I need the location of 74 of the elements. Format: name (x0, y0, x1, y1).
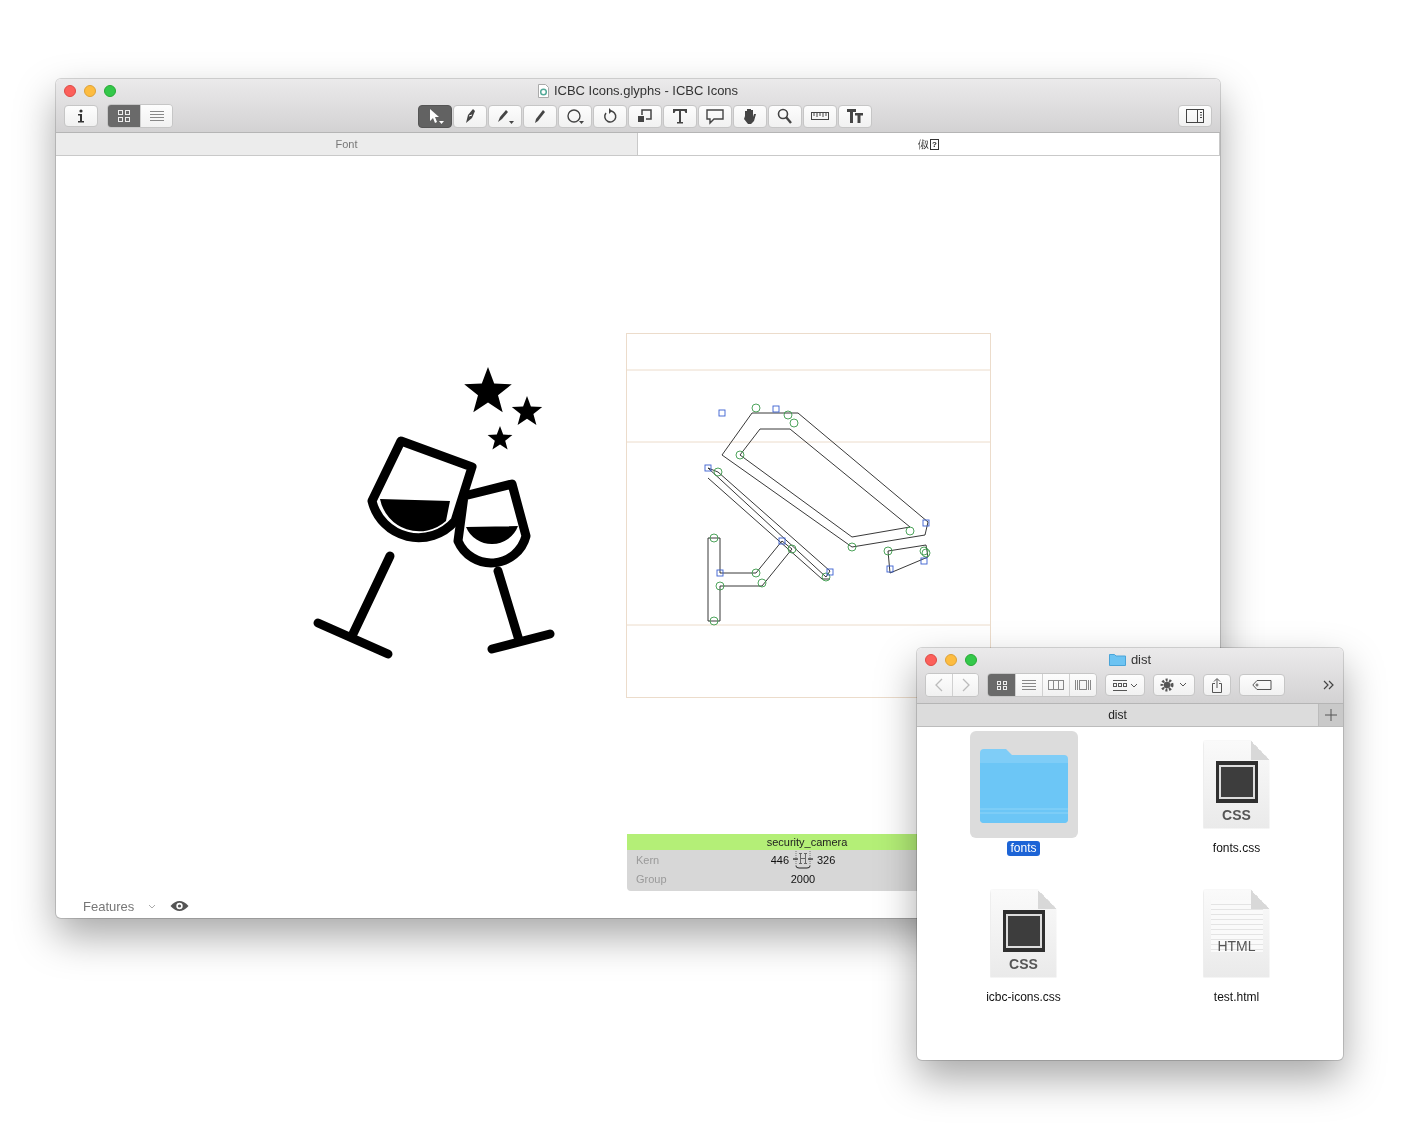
draw-tool-button[interactable] (453, 104, 487, 128)
type-tool-button[interactable] (838, 104, 872, 128)
arrange-dropdown[interactable] (1105, 674, 1145, 696)
text-size-icon (845, 107, 865, 125)
speech-bubble-icon (705, 107, 725, 125)
text-icon (670, 107, 690, 125)
list-view-button[interactable] (1015, 674, 1042, 696)
grid-view-button[interactable] (108, 105, 140, 127)
share-button[interactable] (1203, 674, 1231, 696)
rotate-tool-button[interactable] (593, 104, 627, 128)
list-icon (1020, 679, 1038, 691)
sidebar-icon (1186, 109, 1204, 123)
css-file-icon: CSS (1203, 740, 1270, 829)
window-title: dist (1130, 652, 1152, 667)
grid-dropdown-icon (1112, 679, 1138, 691)
pencil-tool-button[interactable] (523, 104, 557, 128)
circle-icon (565, 107, 585, 125)
hand-tool-button[interactable] (733, 104, 767, 128)
flow-view-button[interactable] (1069, 674, 1096, 696)
select-tool-button[interactable] (418, 104, 452, 128)
group-value: 2000 (790, 872, 816, 885)
file-name[interactable]: fonts (1007, 841, 1040, 856)
document-icon (537, 83, 549, 98)
chevron-down-icon (148, 903, 157, 909)
icon-view-button[interactable] (988, 674, 1015, 696)
group-label: Group (636, 872, 667, 885)
kern-label: Kern (636, 853, 660, 866)
eye-icon[interactable] (170, 900, 190, 912)
scale-tool-button[interactable] (628, 104, 662, 128)
file-icon-highlight[interactable]: HTML (1182, 880, 1291, 987)
css-file-icon: CSS (990, 889, 1057, 978)
grid-icon (117, 109, 131, 123)
close-icon[interactable] (925, 654, 937, 666)
left-kern-value: 446 (770, 853, 789, 866)
columns-icon (1047, 679, 1065, 691)
pen-icon (495, 107, 515, 125)
folder-icon (1108, 653, 1126, 666)
file-name[interactable]: icbc-icons.css (983, 990, 1064, 1005)
annotate-tool-button[interactable] (698, 104, 732, 128)
sidebar-toggle-button[interactable] (1178, 105, 1212, 127)
more-icon[interactable] (1323, 680, 1335, 690)
html-file-icon: HTML (1203, 889, 1270, 978)
cover-flow-icon (1074, 679, 1092, 691)
file-name[interactable]: fonts.css (1209, 841, 1264, 856)
right-kern-value: 326 (817, 853, 836, 866)
search-icon (775, 107, 795, 125)
file-name[interactable]: test.html (1210, 990, 1263, 1005)
window-title: ICBC Icons.glyphs - ICBC Icons (553, 83, 739, 98)
file-icon-highlight[interactable]: CSS (1182, 731, 1291, 838)
list-icon (149, 110, 164, 122)
tab[interactable]: Font (56, 133, 638, 155)
pen-tool-button[interactable] (488, 104, 522, 128)
plus-icon (1325, 709, 1337, 721)
features-dropdown[interactable]: Features (83, 898, 157, 914)
action-dropdown[interactable] (1153, 674, 1195, 696)
text-tool-button[interactable] (663, 104, 697, 128)
file-icon-highlight[interactable]: CSS (969, 880, 1078, 987)
info-button[interactable] (64, 105, 98, 127)
close-icon[interactable] (64, 85, 76, 97)
share-icon (1211, 677, 1223, 693)
scale-icon (635, 107, 655, 125)
chevron-right-icon (961, 678, 970, 692)
chevron-left-icon (935, 678, 943, 692)
info-icon (76, 109, 86, 123)
measure-tool-button[interactable] (803, 104, 837, 128)
shape-tool-button[interactable] (558, 104, 592, 128)
list-view-button[interactable] (140, 105, 172, 127)
tag-icon (1252, 680, 1272, 690)
tag-button[interactable] (1239, 674, 1285, 696)
gear-icon (1160, 678, 1188, 692)
zoom-tool-button[interactable] (768, 104, 802, 128)
folder-icon (977, 746, 1070, 823)
column-view-button[interactable] (1042, 674, 1069, 696)
kerning-icon (792, 849, 814, 870)
